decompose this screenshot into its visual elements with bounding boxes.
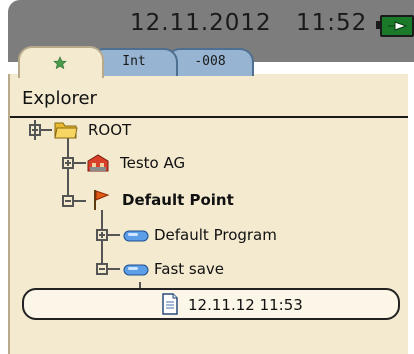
status-date: 12.11.2012 (130, 10, 272, 36)
tab-label: Int (122, 54, 146, 69)
tree-node-label: Fast save (154, 260, 225, 278)
program-icon (123, 264, 149, 276)
tree-node-label: Default Point (122, 191, 234, 209)
tab-favorites[interactable] (18, 46, 104, 78)
tree-node-label: Default Program (154, 226, 277, 244)
tree-node-label: 12.11.12 11:53 (188, 296, 303, 314)
battery-charging-icon (376, 15, 414, 37)
folder-icon (54, 122, 78, 139)
device-screen: 12.11.2012 11:52 -008 Int Explorer ROOT … (0, 0, 414, 354)
tree-node-label: ROOT (88, 121, 132, 139)
company-icon (87, 154, 109, 172)
panel-title: Explorer (22, 88, 97, 109)
star-icon (53, 56, 67, 70)
tab-label: -008 (194, 54, 226, 69)
program-icon (123, 230, 149, 242)
tree-node-label: Testo AG (120, 154, 186, 172)
tab-minus-008[interactable]: -008 (166, 48, 254, 76)
flag-icon (94, 190, 110, 210)
document-icon (162, 293, 178, 315)
status-time: 11:52 (296, 10, 368, 36)
